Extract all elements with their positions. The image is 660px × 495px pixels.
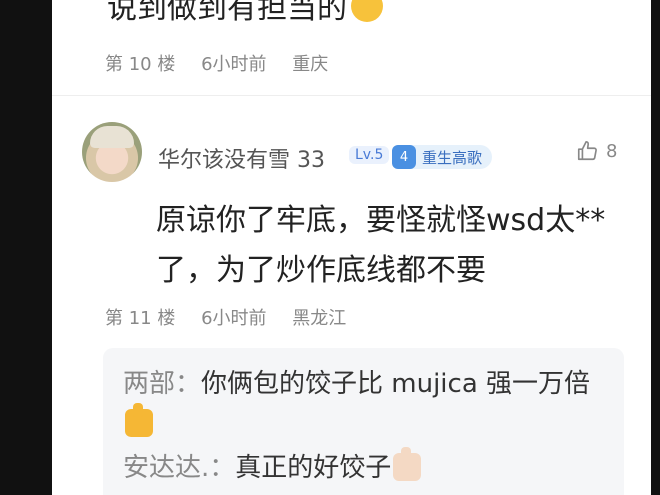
floor-number: 第 11 楼 [105, 308, 176, 329]
fan-badge-label: 重生高歌 [422, 148, 483, 167]
previous-comment-body: 说到做到有担当的 [107, 0, 347, 26]
post-time: 6小时前 [201, 54, 267, 75]
level-badge: Lv.5 [349, 146, 390, 164]
reply-text: 你俩包的饺子比 mujica 强一万倍 [201, 369, 591, 399]
comment-thread: 说到做到有担当的 第 10 楼 6小时前 重庆 华尔该没有雪 33 Lv.5 4… [52, 0, 651, 495]
like-button[interactable]: 8 [576, 140, 617, 162]
previous-comment-text: 说到做到有担当的 [107, 0, 383, 27]
avatar-image [90, 126, 134, 148]
thumbs-up-icon [393, 447, 422, 481]
divider [52, 95, 651, 96]
fan-badge[interactable]: 4 重生高歌 [392, 145, 493, 169]
avatar[interactable] [82, 122, 142, 182]
comment-text: 原谅你了牢底，要怪就怪wsd太**了，为了炒作底线都不要 [156, 203, 606, 288]
thumbs-up-icon [125, 403, 153, 437]
comment-meta: 第 11 楼 6小时前 黑龙江 [105, 304, 366, 330]
thumbs-up-icon [577, 141, 597, 161]
reply-item[interactable]: 两部：你俩包的饺子比 mujica 强一万倍 [123, 364, 613, 444]
reply-item[interactable]: 安达达.：真正的好饺子 [123, 447, 613, 488]
reply-author[interactable]: 两部： [123, 369, 201, 399]
reply-text: 真正的好饺子 [235, 453, 392, 483]
floor-number: 第 10 楼 [105, 54, 176, 75]
fan-badge-number: 4 [392, 145, 416, 169]
location: 黑龙江 [292, 308, 347, 329]
reply-author[interactable]: 安达达.： [123, 453, 235, 483]
flushed-face-emoji-icon [351, 0, 383, 22]
username[interactable]: 华尔该没有雪 33 [158, 142, 325, 174]
previous-comment-meta: 第 10 楼 6小时前 重庆 [105, 50, 348, 76]
post-time: 6小时前 [201, 308, 267, 329]
location: 重庆 [292, 54, 329, 75]
reply-list[interactable]: 两部：你俩包的饺子比 mujica 强一万倍 安达达.：真正的好饺子 [103, 348, 624, 495]
like-count: 8 [606, 140, 618, 162]
